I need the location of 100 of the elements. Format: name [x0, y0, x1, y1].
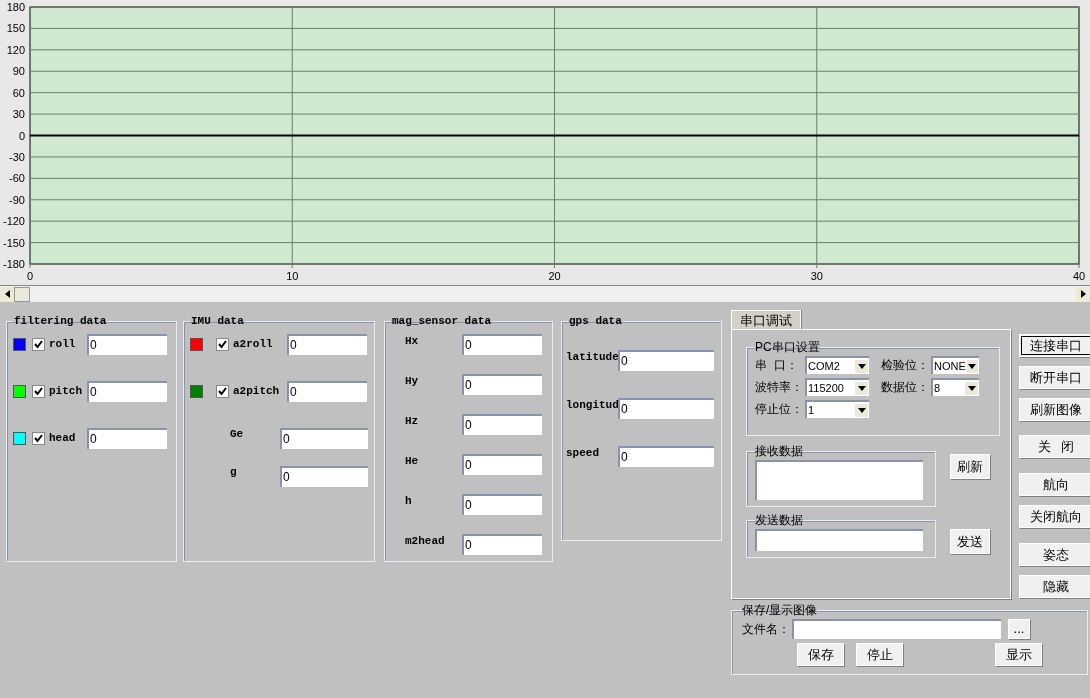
y-tick-label: 120	[6, 43, 25, 56]
scrollbar-thumb[interactable]	[14, 286, 30, 302]
group-title: mag_sensor data	[391, 314, 493, 329]
y-tick-label: 150	[6, 22, 25, 35]
y-tick-label: 90	[12, 65, 25, 78]
caret-icon	[967, 385, 976, 391]
row-label: latitude	[566, 349, 618, 365]
checkbox[interactable]	[32, 337, 45, 351]
button[interactable]: 刷新图像	[1019, 398, 1090, 421]
check-icon	[218, 339, 227, 349]
button[interactable]: 关 闭	[1019, 435, 1090, 458]
text-area[interactable]	[755, 460, 923, 500]
row-label: a2pitch	[233, 383, 281, 399]
check-icon	[218, 386, 227, 396]
y-tick-label: -150	[2, 236, 25, 249]
dropdown[interactable]: 1	[805, 400, 869, 418]
row-label: Hx	[405, 333, 420, 349]
button[interactable]: ...	[1008, 619, 1030, 639]
button[interactable]: 连接串口	[1019, 334, 1090, 357]
field-label: 检验位：	[881, 357, 930, 374]
value-field[interactable]: 0	[462, 333, 542, 355]
value-field[interactable]: 0	[618, 397, 714, 419]
dropdown[interactable]: 115200	[805, 378, 869, 396]
checkbox[interactable]	[216, 337, 229, 351]
value-field[interactable]: 0	[462, 373, 542, 395]
value-field[interactable]: 0	[87, 380, 167, 402]
button[interactable]: 停止	[856, 643, 903, 666]
filename-field[interactable]	[792, 619, 1001, 639]
row-label: head	[49, 430, 77, 446]
value-field[interactable]: 0	[462, 493, 542, 515]
x-tick-label: 0	[26, 270, 34, 282]
field-label: 数据位：	[881, 379, 930, 396]
row-label: a2roll	[233, 336, 274, 352]
row-label: Hz	[405, 413, 420, 429]
left-arrow-icon[interactable]	[4, 290, 10, 298]
y-tick-label: 0	[18, 129, 25, 142]
x-tick-label: 20	[548, 270, 561, 282]
y-tick-label: -120	[2, 215, 25, 228]
row-label: roll	[49, 336, 77, 352]
row-label: Ge	[230, 426, 245, 442]
tab[interactable]: 串口调试	[731, 310, 801, 329]
button[interactable]: 姿态	[1019, 543, 1090, 566]
field-label: 波特率：	[755, 379, 804, 396]
check-icon	[34, 386, 43, 396]
right-arrow-icon[interactable]	[1080, 290, 1086, 298]
row-label: speed	[566, 445, 600, 461]
value-field[interactable]: 0	[618, 349, 714, 371]
value-field[interactable]: 0	[287, 333, 367, 355]
y-tick-label: 30	[12, 108, 25, 121]
value-field[interactable]: 0	[87, 333, 167, 355]
button[interactable]: 隐藏	[1019, 575, 1090, 598]
button[interactable]: 发送	[950, 529, 990, 554]
row-label: Hy	[405, 373, 420, 389]
y-tick-label: 60	[12, 86, 25, 99]
dropdown[interactable]: NONE	[931, 356, 979, 374]
x-tick-label: 30	[810, 270, 823, 282]
x-tick-label: 10	[286, 270, 299, 282]
group-title: gps data	[568, 314, 623, 329]
field-label: 文件名：	[742, 621, 791, 638]
y-tick-label: 180	[6, 1, 25, 13]
value-field[interactable]: 0	[280, 465, 368, 487]
row-label: He	[405, 453, 420, 469]
caret-icon	[968, 363, 977, 369]
check-icon	[34, 339, 43, 349]
row-label: longitud	[566, 397, 618, 413]
caret-icon	[857, 363, 866, 369]
value-field[interactable]: 0	[462, 533, 542, 555]
dropdown[interactable]: COM2	[805, 356, 869, 374]
dropdown[interactable]: 8	[931, 378, 979, 396]
value-field[interactable]: 0	[618, 445, 714, 467]
horizontal-scrollbar[interactable]	[0, 285, 1090, 302]
button[interactable]: 断开串口	[1019, 366, 1090, 389]
button[interactable]: 刷新	[950, 454, 990, 479]
button[interactable]: 关闭航向	[1019, 505, 1090, 528]
value-field[interactable]: 0	[462, 413, 542, 435]
value-field[interactable]: 0	[87, 427, 167, 449]
y-tick-label: -30	[9, 150, 25, 163]
field-label: 停止位：	[755, 401, 804, 418]
text-area[interactable]	[755, 529, 923, 551]
group-title: 接收数据	[755, 443, 803, 460]
row-label: pitch	[49, 383, 83, 399]
group-title: filtering data	[13, 314, 108, 329]
group-title: IMU data	[190, 314, 245, 329]
group-title: 发送数据	[755, 512, 803, 529]
checkbox[interactable]	[32, 384, 45, 398]
value-field[interactable]: 0	[280, 427, 368, 449]
x-tick-label: 40	[1072, 270, 1086, 282]
row-label: h	[405, 493, 413, 509]
value-field[interactable]: 0	[287, 380, 367, 402]
row-label: g	[230, 464, 238, 480]
checkbox[interactable]	[216, 384, 229, 398]
y-tick-label: -60	[9, 172, 25, 185]
button[interactable]: 航向	[1019, 473, 1090, 496]
row-label: m2head	[405, 533, 446, 549]
group-title: 保存/显示图像	[742, 602, 818, 619]
button[interactable]: 保存	[797, 643, 844, 666]
value-field[interactable]: 0	[462, 453, 542, 475]
button[interactable]: 显示	[995, 643, 1042, 666]
caret-icon	[857, 407, 866, 413]
checkbox[interactable]	[32, 431, 45, 445]
